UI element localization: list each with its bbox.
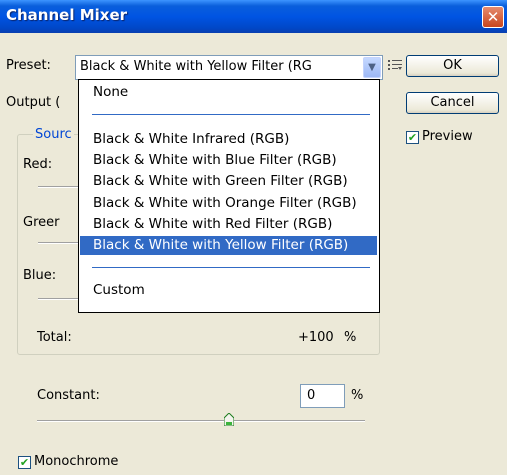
chevron-down-icon[interactable]: ▼	[363, 57, 381, 78]
preset-option-custom[interactable]: Custom	[80, 281, 377, 300]
dropdown-separator	[92, 114, 370, 115]
preset-menu-icon[interactable]	[388, 58, 402, 76]
blue-slider[interactable]	[38, 298, 80, 300]
monochrome-label: Monochrome	[34, 454, 119, 469]
output-channel-label: Output (	[6, 95, 61, 110]
dropdown-separator	[92, 267, 370, 268]
source-group-label: Sourc	[33, 127, 74, 142]
constant-slider[interactable]	[37, 420, 365, 422]
preset-option-none[interactable]: None	[80, 83, 377, 102]
constant-unit: %	[351, 388, 364, 403]
preset-option-green-filter[interactable]: Black & White with Green Filter (RGB)	[80, 172, 377, 191]
total-label: Total:	[37, 330, 72, 345]
preview-label: Preview	[422, 129, 473, 144]
preset-value: Black & White with Yellow Filter (RG	[80, 59, 312, 74]
ok-button[interactable]: OK	[406, 55, 499, 77]
constant-input[interactable]: 0	[300, 384, 345, 408]
constant-label: Constant:	[37, 388, 100, 403]
total-unit: %	[344, 330, 357, 345]
preset-option-red-filter[interactable]: Black & White with Red Filter (RGB)	[80, 215, 377, 234]
preset-option-orange-filter[interactable]: Black & White with Orange Filter (RGB)	[80, 194, 377, 213]
red-label: Red:	[23, 157, 53, 172]
preset-option-infrared[interactable]: Black & White Infrared (RGB)	[80, 130, 377, 149]
preview-checkbox[interactable]: ✔	[406, 131, 419, 144]
green-slider[interactable]	[38, 242, 80, 244]
red-slider[interactable]	[38, 186, 80, 188]
constant-slider-thumb[interactable]	[224, 413, 234, 426]
cancel-button[interactable]: Cancel	[406, 92, 499, 114]
preset-select[interactable]: Black & White with Yellow Filter (RG ▼	[75, 55, 383, 80]
preset-option-blue-filter[interactable]: Black & White with Blue Filter (RGB)	[80, 151, 377, 170]
preset-option-yellow-filter[interactable]: Black & White with Yellow Filter (RGB)	[80, 236, 377, 255]
monochrome-checkbox[interactable]: ✔	[18, 456, 31, 469]
preset-dropdown-list[interactable]: None Black & White Infrared (RGB) Black …	[78, 79, 380, 313]
window-title: Channel Mixer	[6, 6, 128, 24]
total-value: +100	[298, 330, 334, 345]
blue-label: Blue:	[23, 268, 57, 283]
green-label: Greer	[23, 215, 60, 230]
preset-label: Preset:	[6, 58, 51, 73]
constant-value: 0	[307, 388, 316, 403]
close-button[interactable]: ✕	[482, 6, 504, 28]
